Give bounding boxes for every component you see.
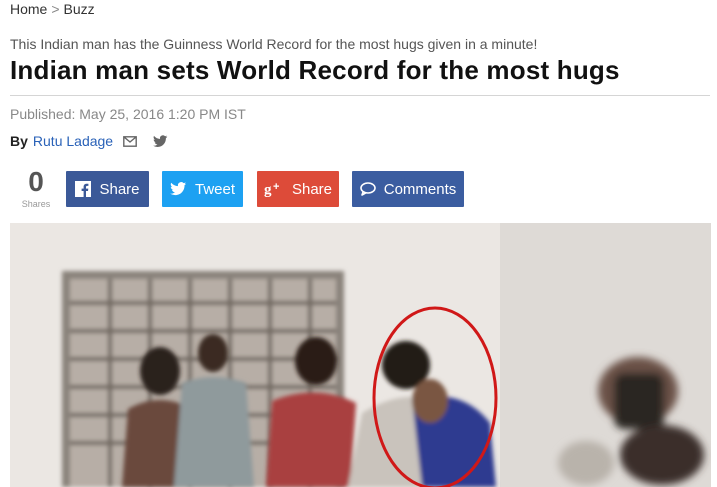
breadcrumb-separator: > [51,1,60,17]
google-plus-share-button[interactable]: g + Share [257,171,339,207]
article-subtitle: This Indian man has the Guinness World R… [10,36,538,52]
share-count-number: 0 [28,166,44,197]
title-divider [10,95,710,96]
comments-label: Comments [383,180,457,198]
twitter-icon [170,182,187,196]
twitter-tweet-button[interactable]: Tweet [162,171,243,207]
breadcrumb-buzz-link[interactable]: Buzz [64,1,95,17]
share-count-label: Shares [21,199,51,209]
svg-text:g: g [264,182,272,197]
breadcrumb-home-link[interactable]: Home [10,1,47,17]
published-date: Published: May 25, 2016 1:20 PM IST [10,106,246,122]
facebook-icon [75,181,92,197]
byline: By Rutu Ladage [10,133,182,149]
svg-text:+: + [273,181,279,193]
mail-icon[interactable] [122,133,138,149]
google-plus-icon: g + [264,181,284,197]
article-video-still[interactable] [10,223,711,487]
google-plus-share-label: Share [291,180,333,198]
breadcrumb: Home > Buzz [10,1,95,17]
share-counter: 0 Shares [16,166,56,210]
twitter-icon[interactable] [152,133,168,149]
byline-label: By [10,133,28,149]
author-link[interactable]: Rutu Ladage [33,133,113,149]
article-title: Indian man sets World Record for the mos… [10,55,620,85]
twitter-tweet-label: Tweet [194,180,236,198]
facebook-share-button[interactable]: Share [66,171,149,207]
comments-button[interactable]: Comments [352,171,464,207]
comment-icon [359,182,376,196]
facebook-share-label: Share [99,180,140,198]
